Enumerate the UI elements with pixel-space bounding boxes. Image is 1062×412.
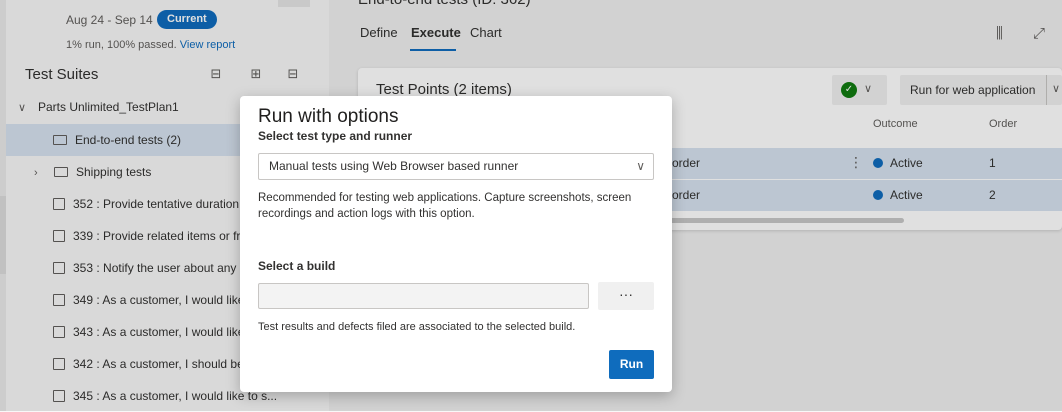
chevron-down-icon: ∨	[636, 159, 645, 173]
dialog-subtitle: Select test type and runner	[258, 129, 413, 143]
run-with-options-dialog: Run with options Select test type and ru…	[240, 96, 672, 392]
runner-select[interactable]: Manual tests using Web Browser based run…	[258, 153, 654, 180]
run-button[interactable]: Run	[609, 350, 654, 379]
browse-builds-button[interactable]: ···	[598, 282, 654, 310]
dialog-title: Run with options	[258, 106, 399, 127]
build-note: Test results and defects filed are assoc…	[258, 321, 576, 333]
build-input[interactable]	[258, 283, 589, 309]
runner-select-value: Manual tests using Web Browser based run…	[269, 159, 519, 173]
build-label: Select a build	[258, 259, 336, 273]
runner-description: Recommended for testing web applications…	[258, 192, 632, 220]
